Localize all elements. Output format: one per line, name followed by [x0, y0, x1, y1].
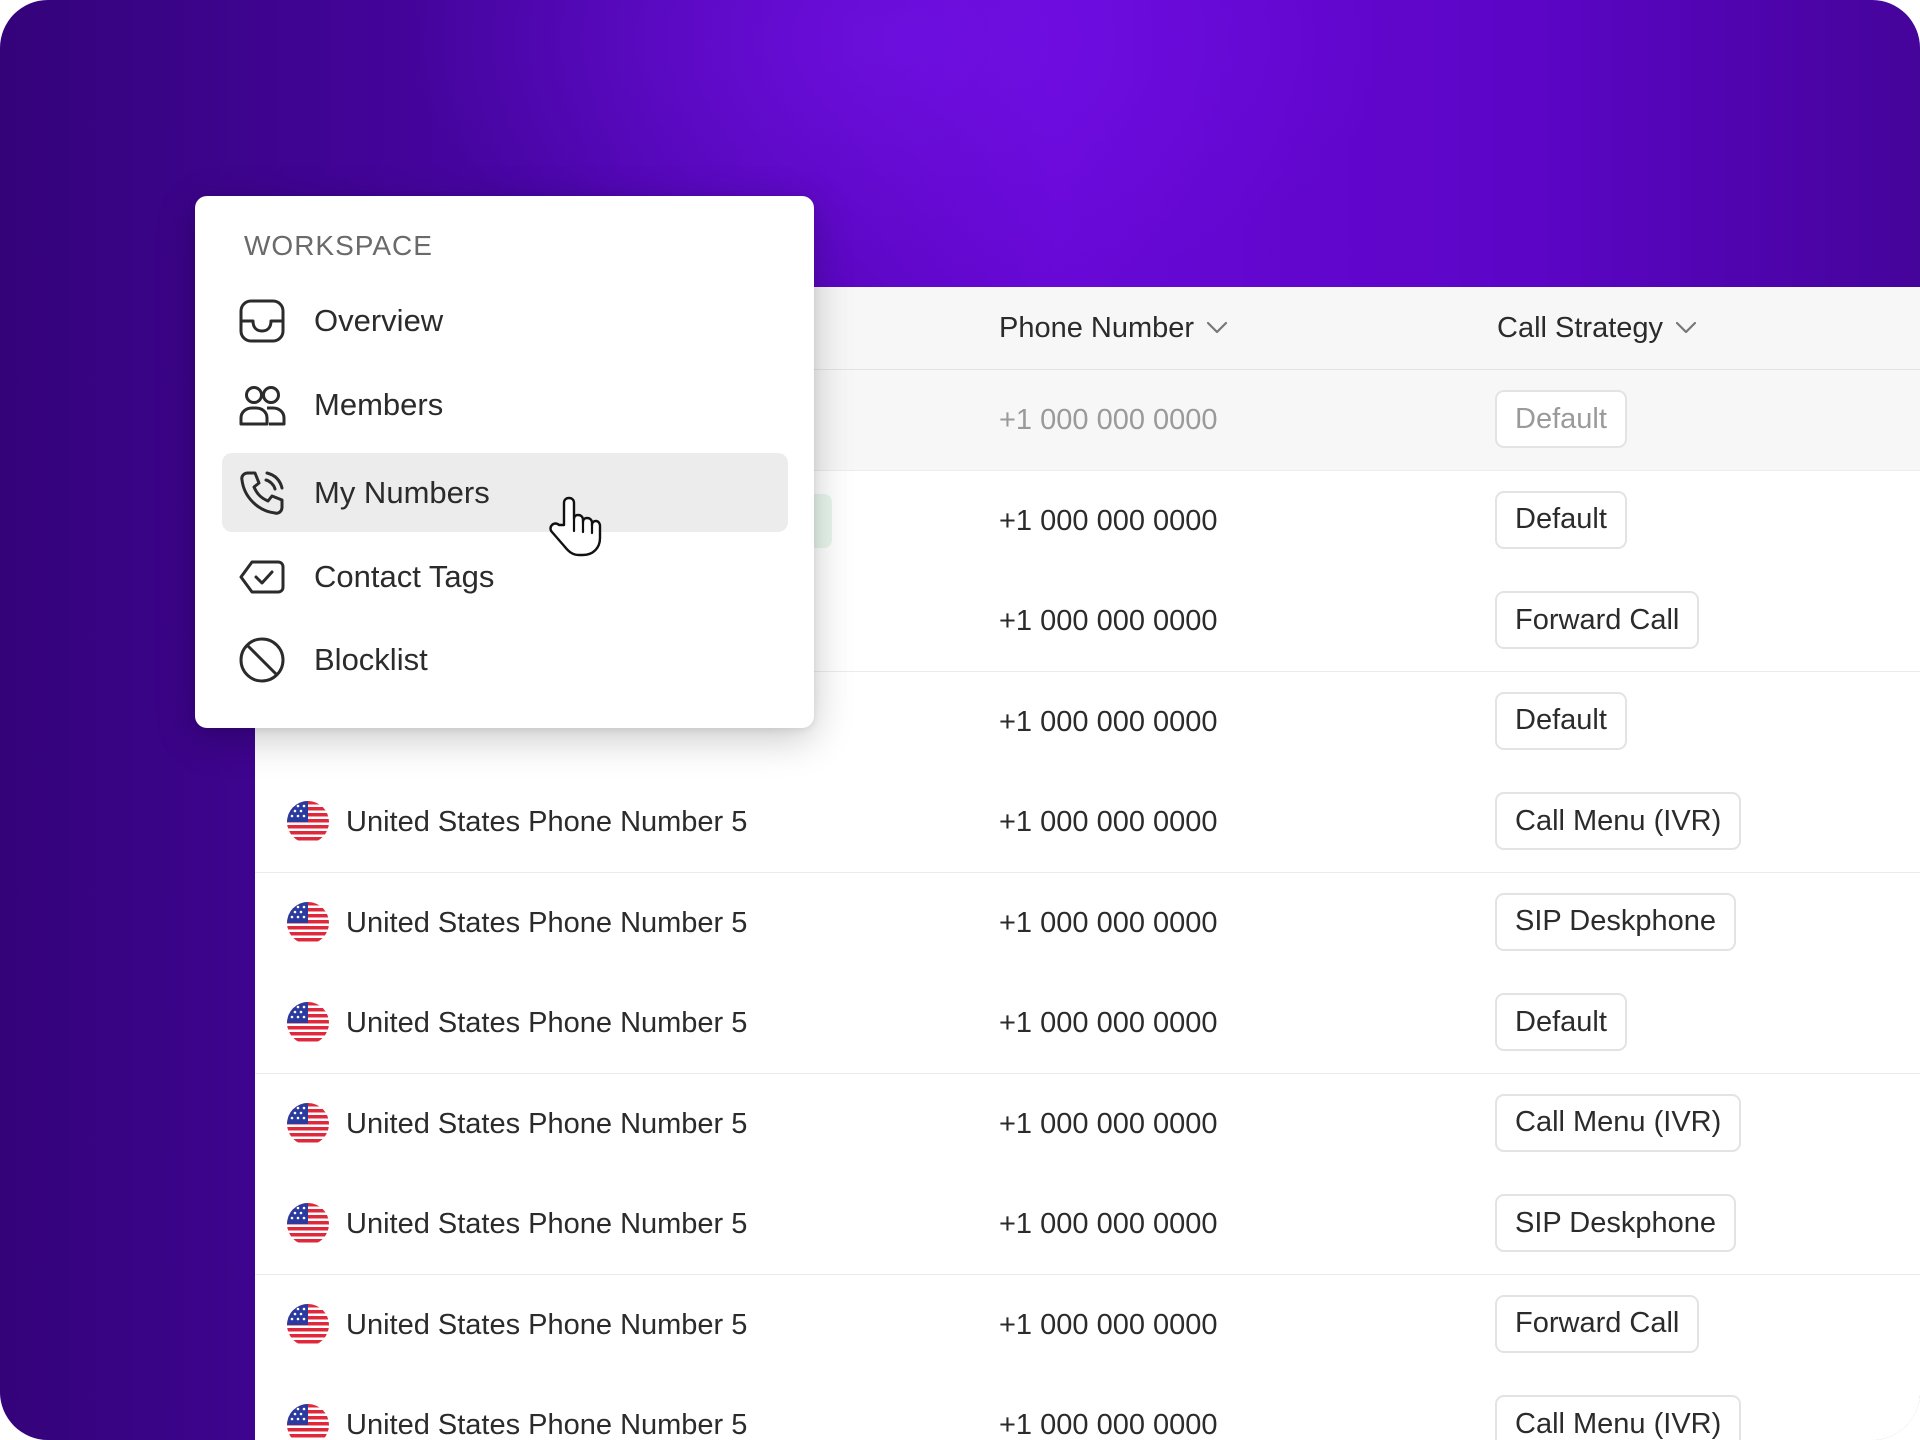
row-number-name: United States Phone Number 5 [346, 1208, 748, 1240]
call-strategy-column-header[interactable]: Call Strategy [1497, 287, 1697, 369]
menu-item-overview[interactable]: Overview [222, 281, 788, 360]
workspace-menu: WORKSPACE Overview Members My Numbers Co… [195, 196, 814, 728]
chevron-down-icon [1206, 321, 1228, 334]
call-strategy-badge[interactable]: Default [1495, 390, 1627, 448]
phone-number-column-header[interactable]: Phone Number [999, 287, 1228, 369]
menu-heading: WORKSPACE [244, 230, 433, 261]
row-phone-number: +1 000 000 0000 [999, 1409, 1218, 1440]
us-flag-icon [287, 1002, 329, 1044]
menu-item-label: Contact Tags [314, 559, 495, 594]
row-number-name: United States Phone Number 5 [346, 1107, 748, 1140]
menu-item-blocklist[interactable]: Blocklist [222, 620, 788, 699]
call-strategy-badge[interactable]: Call Menu (IVR) [1495, 1395, 1742, 1440]
call-strategy-badge[interactable]: SIP Deskphone [1495, 892, 1736, 951]
menu-item-contact-tags[interactable]: Contact Tags [222, 537, 788, 616]
us-flag-icon [287, 1203, 329, 1245]
row-phone-number: +1 000 000 0000 [999, 404, 1218, 436]
row-number-name: United States Phone Number 5 [346, 906, 748, 939]
row-number-name: United States Phone Number 5 [346, 806, 748, 838]
menu-item-label: My Numbers [314, 475, 490, 510]
row-phone-number: +1 000 000 0000 [999, 1107, 1218, 1140]
call-strategy-badge[interactable]: SIP Deskphone [1495, 1194, 1736, 1252]
row-phone-number: +1 000 000 0000 [999, 605, 1218, 637]
table-row[interactable]: United States Phone Number 5 +1 000 000 0… [255, 872, 1920, 975]
row-number-name: United States Phone Number 5 [346, 1308, 748, 1341]
us-flag-icon [287, 1404, 329, 1440]
row-phone-number: +1 000 000 0000 [999, 504, 1218, 537]
menu-item-members[interactable]: Members [222, 365, 788, 444]
row-phone-number: +1 000 000 0000 [999, 1007, 1218, 1039]
menu-item-my-numbers[interactable]: My Numbers [222, 453, 788, 532]
menu-item-label: Members [314, 387, 444, 422]
us-flag-icon [287, 801, 329, 843]
call-strategy-badge[interactable]: Call Menu (IVR) [1495, 792, 1742, 850]
table-row[interactable]: United States Phone Number 5 +1 000 000 0… [255, 1174, 1920, 1276]
us-flag-icon [287, 1102, 329, 1145]
table-row[interactable]: United States Phone Number 5 +1 000 000 0… [255, 1274, 1920, 1377]
table-row[interactable]: United States Phone Number 5 +1 000 000 0… [255, 1375, 1920, 1440]
call-strategy-badge[interactable]: Default [1495, 490, 1627, 549]
users-icon [239, 386, 286, 426]
row-phone-number: +1 000 000 0000 [999, 806, 1218, 838]
call-strategy-badge[interactable]: Forward Call [1495, 591, 1700, 649]
table-row[interactable]: United States Phone Number 5 +1 000 000 0… [255, 1073, 1920, 1176]
row-phone-number: +1 000 000 0000 [999, 705, 1218, 738]
row-phone-number: +1 000 000 0000 [999, 1208, 1218, 1240]
us-flag-icon [287, 901, 329, 944]
call-strategy-badge[interactable]: Call Menu (IVR) [1495, 1093, 1742, 1152]
menu-item-label: Blocklist [314, 642, 428, 677]
phone-number-header-label: Phone Number [999, 311, 1195, 344]
table-row[interactable]: United States Phone Number 5 +1 000 000 0… [255, 973, 1920, 1075]
row-phone-number: +1 000 000 0000 [999, 1308, 1218, 1341]
phone-icon [240, 471, 284, 515]
chevron-down-icon [1675, 321, 1697, 334]
inbox-icon [239, 299, 285, 343]
call-strategy-badge[interactable]: Default [1495, 691, 1627, 750]
tag-check-icon [239, 560, 285, 594]
menu-item-label: Overview [314, 303, 444, 338]
block-icon [239, 637, 285, 683]
call-strategy-header-label: Call Strategy [1497, 311, 1664, 344]
row-number-name: United States Phone Number 5 [346, 1007, 748, 1039]
call-strategy-badge[interactable]: Default [1495, 993, 1627, 1051]
row-number-name: United States Phone Number 5 [346, 1409, 748, 1440]
row-phone-number: +1 000 000 0000 [999, 906, 1218, 939]
call-strategy-badge[interactable]: Forward Call [1495, 1294, 1700, 1353]
us-flag-icon [287, 1303, 329, 1346]
table-row[interactable]: United States Phone Number 5 +1 000 000 0… [255, 772, 1920, 874]
purple-backdrop: Phone Number Call Strategy +1 000 000 00… [0, 0, 1920, 1440]
